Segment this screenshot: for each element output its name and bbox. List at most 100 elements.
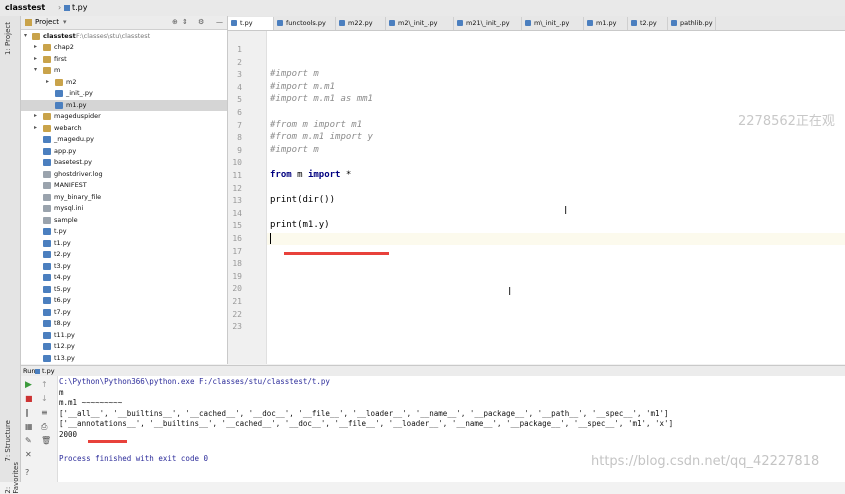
tree-item[interactable]: ▸ chap2	[21, 42, 227, 53]
editor-tab[interactable]: m1.py	[584, 17, 628, 30]
tree-item[interactable]: basetest.py	[21, 157, 227, 168]
tree-item-label: ghostdriver.log	[54, 169, 103, 178]
chevron-down-icon[interactable]: ▾	[24, 32, 27, 39]
tree-item[interactable]: ▸ first	[21, 54, 227, 65]
favorites-tool-tab[interactable]: 2: Favorites	[4, 462, 20, 494]
text-file-icon	[43, 193, 51, 201]
tree-item[interactable]: mysql.ini	[21, 203, 227, 214]
help-icon[interactable]: ?	[25, 468, 33, 477]
left-tool-strip: 1: Project 7: Structure 2: Favorites	[0, 16, 21, 494]
tree-item[interactable]: ▸ mageduspider	[21, 111, 227, 122]
tree-item[interactable]: m1.py	[21, 99, 227, 111]
tree-item[interactable]: ▸ webarch	[21, 123, 227, 134]
tree-item[interactable]: t1.py	[21, 238, 227, 249]
tree-item[interactable]: t6.py	[21, 295, 227, 306]
editor-tab[interactable]: m21\_init_.py	[454, 17, 522, 30]
line-number: 3	[237, 70, 242, 80]
line-number: 7	[237, 120, 242, 130]
editor-tab[interactable]: t2.py	[628, 17, 668, 30]
editor-tab[interactable]: m22.py	[336, 17, 386, 30]
structure-tool-tab[interactable]: 7: Structure	[4, 420, 12, 462]
editor-tab[interactable]: t.py	[228, 17, 274, 30]
tree-root[interactable]: ▾ classtest F:\classes\stu\classtest	[21, 31, 227, 42]
breadcrumb-file[interactable]: t.py	[72, 3, 88, 12]
run-icon[interactable]: ▶	[25, 380, 33, 390]
tree-item[interactable]: _init_.py	[21, 88, 227, 99]
tree-item[interactable]: app.py	[21, 146, 227, 157]
python-file-icon	[389, 20, 395, 26]
arrow-up-icon[interactable]: ↑	[41, 380, 49, 389]
code-line: from m import *	[270, 170, 351, 180]
tree-item[interactable]: t.py	[21, 226, 227, 237]
line-number: 5	[237, 95, 242, 105]
folder-icon	[43, 124, 51, 132]
close-icon[interactable]: ✕	[25, 450, 33, 459]
python-file-icon	[43, 251, 51, 258]
editor-tab-label: t2.py	[640, 19, 657, 27]
tree-item[interactable]: ▾ m	[21, 65, 227, 76]
chevron-right-icon[interactable]: ▸	[46, 78, 49, 85]
project-view-selector[interactable]: Project	[35, 18, 59, 26]
keyword-token: import	[307, 170, 341, 180]
folder-icon	[43, 113, 51, 120]
project-tool-tab[interactable]: 1: Project	[4, 22, 12, 55]
layout-icon[interactable]: ▦	[25, 422, 33, 431]
tree-item-label: t7.py	[54, 307, 71, 316]
tree-item[interactable]: t3.py	[21, 261, 227, 272]
chevron-right-icon[interactable]: ▸	[34, 43, 37, 50]
soft-wrap-icon[interactable]: ≡	[41, 408, 49, 417]
python-file-icon	[671, 20, 677, 26]
stop-icon[interactable]: ■	[25, 394, 33, 403]
run-tab-label[interactable]: Run	[23, 367, 35, 375]
chevron-right-icon[interactable]: ▸	[34, 55, 37, 62]
pause-icon[interactable]: ∥	[25, 408, 33, 417]
editor-tab[interactable]: m\_init_.py	[522, 17, 584, 30]
breadcrumb-project[interactable]: classtest	[5, 3, 45, 12]
tree-item[interactable]: t13.py	[21, 353, 227, 364]
code-line: #import m.m1 as mm1	[270, 94, 373, 105]
tree-item[interactable]: _magedu.py	[21, 134, 227, 145]
tree-item[interactable]: t5.py	[21, 284, 227, 295]
python-file-icon	[43, 331, 51, 339]
python-file-icon	[43, 274, 51, 281]
text-file-icon	[43, 170, 51, 178]
gear-icon[interactable]: ⚙	[198, 18, 204, 26]
pin-icon[interactable]: ✎	[25, 436, 33, 445]
trash-icon[interactable]: 🗑	[41, 436, 51, 445]
code-line: #from m import m1	[270, 119, 363, 130]
python-file-icon	[339, 20, 345, 26]
editor-tab-label: pathlib.py	[680, 19, 713, 27]
tree-item[interactable]: t11.py	[21, 330, 227, 341]
editor-tab[interactable]: pathlib.py	[668, 17, 716, 30]
editor-tab-label: m2\_init_.py	[398, 19, 438, 27]
chevron-down-icon[interactable]: ▾	[63, 18, 67, 26]
tree-item[interactable]: MANIFEST	[21, 180, 227, 191]
code-editor[interactable]: #import m #import m.m1 #import m.m1 as mm1…	[267, 31, 845, 364]
chevron-down-icon[interactable]: ▾	[34, 66, 37, 73]
console-line: 2000	[59, 429, 78, 439]
arrow-down-icon[interactable]: ↓	[41, 394, 49, 403]
tree-item[interactable]: sample	[21, 215, 227, 226]
hide-icon[interactable]: —	[216, 18, 223, 26]
tree-item[interactable]: t12.py	[21, 341, 227, 352]
run-config-name[interactable]: t.py	[42, 367, 55, 375]
tree-item[interactable]: t7.py	[21, 307, 227, 318]
editor-tab[interactable]: m2\_init_.py	[386, 17, 454, 30]
tree-item[interactable]: ▸ m2	[21, 77, 227, 88]
chevron-right-icon[interactable]: ▸	[34, 124, 37, 131]
tree-item[interactable]: t2.py	[21, 249, 227, 260]
run-console[interactable]: C:\Python\Python366\python.exe F:/classe…	[58, 376, 845, 482]
tree-item[interactable]: ghostdriver.log	[21, 169, 227, 180]
tree-item[interactable]: t8.py	[21, 318, 227, 329]
blog-watermark: https://blog.csdn.net/qq_42227818	[591, 454, 820, 469]
editor-tab[interactable]: functools.py	[274, 17, 336, 30]
collapse-icon[interactable]: ⇕	[182, 18, 188, 26]
tree-item-label: t5.py	[54, 284, 71, 293]
tree-item[interactable]: my_binary_file	[21, 192, 227, 203]
code-line: #from m.m1 import y	[270, 132, 373, 143]
python-file-icon	[43, 159, 51, 166]
print-icon[interactable]: ⎙	[41, 422, 49, 431]
target-icon[interactable]: ⊕	[172, 18, 178, 26]
chevron-right-icon[interactable]: ▸	[34, 112, 37, 119]
tree-item[interactable]: t4.py	[21, 272, 227, 283]
